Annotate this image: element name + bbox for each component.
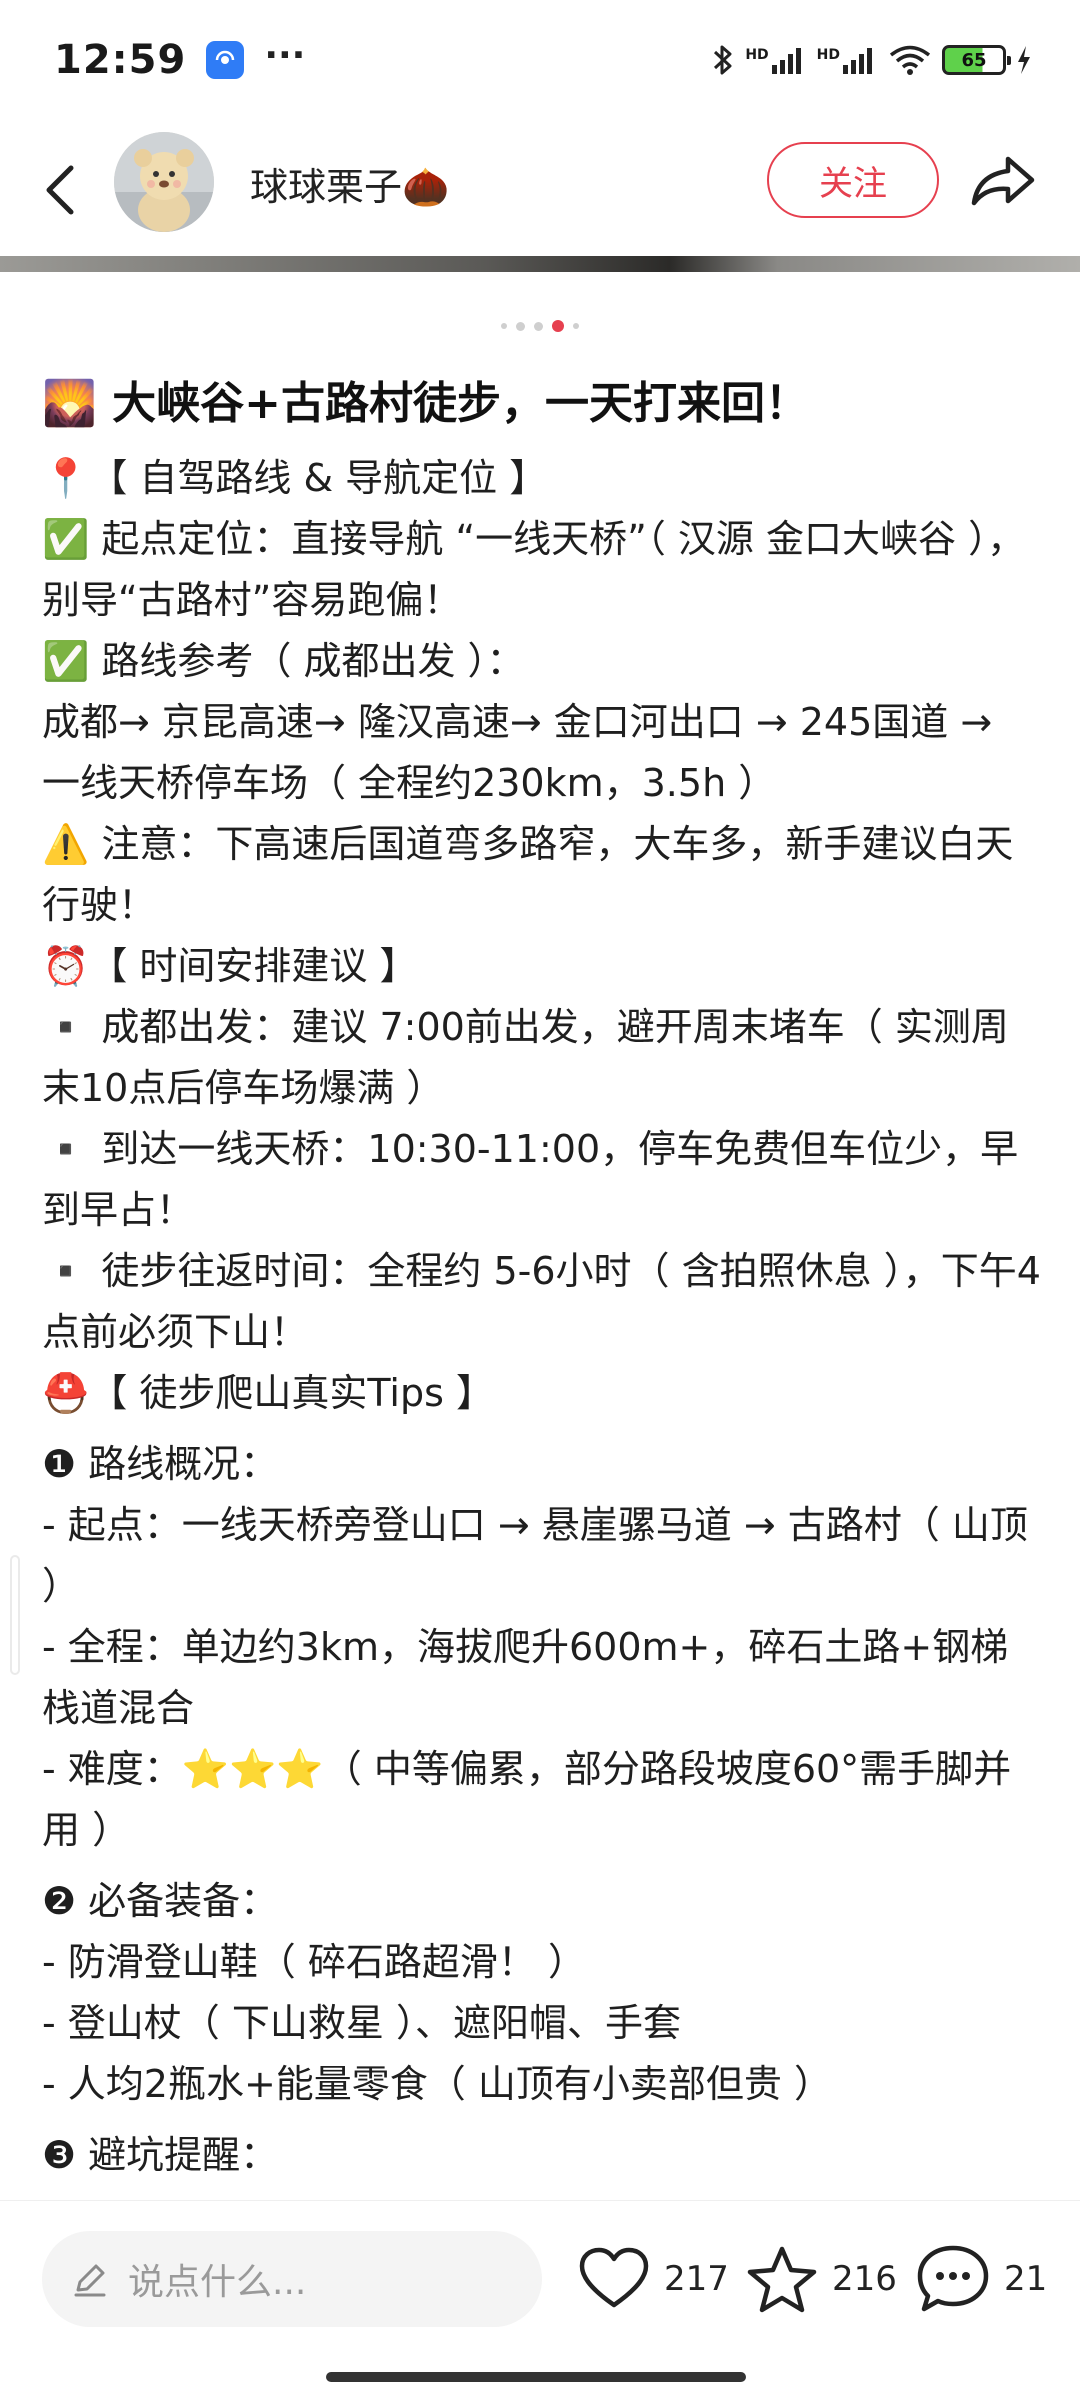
battery-level: 65	[961, 49, 987, 71]
pencil-icon	[74, 2264, 106, 2297]
comment-bubble-icon	[917, 2245, 989, 2312]
share-button[interactable]	[968, 146, 1038, 216]
more-notifications-icon: ···	[264, 34, 306, 76]
signal-2-icon: HD	[817, 45, 878, 75]
body-line: - 全程：单边约3km，海拔爬升600m+，碎石土路+钢梯栈道混合	[42, 1625, 1009, 1730]
heart-icon	[579, 2247, 649, 2308]
body-line: ✅ 路线参考（ 成都出发 ）：	[42, 639, 525, 683]
back-button[interactable]	[30, 152, 90, 228]
post-body: 📍【 自驾路线 & 导航定位 】 ✅ 起点定位：直接导航 “一线天桥”（ 汉源 …	[42, 448, 1042, 2186]
body-line: 成都→ 京昆高速→ 隆汉高速→ 金口河出口 → 245国道 → 一线天桥停车场（…	[42, 700, 993, 805]
pager-dot	[501, 323, 507, 329]
battery-icon: 65	[942, 45, 1011, 75]
body-line: ❶ 路线概况：	[42, 1442, 279, 1486]
favorite-button[interactable]: 216	[746, 2241, 897, 2317]
carousel-pager	[0, 320, 1080, 332]
pager-dot	[573, 323, 579, 329]
wifi-icon	[888, 44, 932, 76]
body-line: ▪️ 成都出发：建议 7:00前出发，避开周末堵车（ 实测周末10点后停车场爆满…	[42, 1005, 1009, 1110]
status-bar: 12:59 ··· HD HD 65	[0, 0, 1080, 120]
body-line: ✅ 起点定位：直接导航 “一线天桥”（ 汉源 金口大峡谷 ），别导“古路村”容易…	[42, 517, 1026, 622]
star-icon	[747, 2246, 817, 2313]
follow-button[interactable]: 关注	[767, 142, 939, 218]
body-line: - 人均2瓶水+能量零食（ 山顶有小卖部但贵 ）	[42, 2062, 832, 2106]
body-line: ❸ 避坑提醒：	[42, 2133, 279, 2177]
share-icon	[971, 156, 1035, 206]
body-line: ❷ 必备装备：	[42, 1879, 279, 1923]
app-notification-icon	[206, 41, 245, 79]
body-line: - 难度：⭐⭐⭐（ 中等偏累，部分路段坡度60°需手脚并用 ）	[42, 1747, 1012, 1852]
pager-dot	[534, 321, 543, 331]
charging-icon	[1016, 45, 1032, 75]
bluetooth-icon	[711, 43, 735, 77]
body-line: - 防滑登山鞋（ 碎石路超滑！ ）	[42, 1940, 586, 1984]
comment-count: 21	[1004, 2259, 1048, 2299]
bottom-action-bar: 说点什么... 217 216 21	[0, 2200, 1080, 2400]
home-indicator[interactable]	[326, 2372, 746, 2382]
back-arrow-icon	[46, 165, 74, 215]
post-header: 球球栗子🌰 关注	[0, 120, 1080, 260]
comment-button[interactable]: 21	[916, 2241, 1047, 2317]
scroll-edge-indicator	[10, 1555, 20, 1675]
like-count: 217	[664, 2259, 729, 2299]
body-line: 📍【 自驾路线 & 导航定位 】	[42, 456, 548, 500]
hd-label: HD	[745, 47, 769, 63]
author-name[interactable]: 球球栗子🌰	[250, 156, 449, 211]
body-line: - 起点：一线天桥旁登山口 → 悬崖骡马道 → 古路村（ 山顶 ）	[42, 1503, 1028, 1608]
like-button[interactable]: 217	[578, 2241, 729, 2317]
body-line: ⏰【 时间安排建议 】	[42, 944, 418, 988]
comment-placeholder: 说点什么...	[128, 2262, 307, 2303]
favorite-count: 216	[832, 2259, 897, 2299]
author-avatar[interactable]	[114, 132, 214, 232]
body-line: ⛑️【 徒步爬山真实Tips 】	[42, 1371, 494, 1415]
hd-label: HD	[816, 47, 840, 63]
post-title: 🌄 大峡谷+古路村徒步，一天打来回！	[42, 378, 809, 429]
comment-input[interactable]: 说点什么...	[42, 2231, 542, 2327]
body-line: ▪️ 到达一线天桥：10:30-11:00，停车免费但车位少，早到早占！	[42, 1127, 1019, 1232]
body-line: - 登山杖（ 下山救星 ）、遮阳帽、手套	[42, 2001, 681, 2045]
pager-dot	[516, 321, 525, 331]
post-content: 🌄 大峡谷+古路村徒步，一天打来回！ 📍【 自驾路线 & 导航定位 】 ✅ 起点…	[42, 368, 1042, 2186]
body-line: ⚠️ 注意：下高速后国道弯多路窄，大车多，新手建议白天行驶！	[42, 822, 1014, 927]
image-carousel-edge[interactable]	[0, 256, 1080, 272]
status-time: 12:59	[54, 37, 187, 83]
signal-1-icon: HD	[745, 45, 806, 75]
body-line: ▪️ 徒步往返时间：全程约 5-6小时（ 含拍照休息 ），下午4点前必须下山！	[42, 1249, 1041, 1354]
pager-dot-active	[552, 320, 564, 332]
